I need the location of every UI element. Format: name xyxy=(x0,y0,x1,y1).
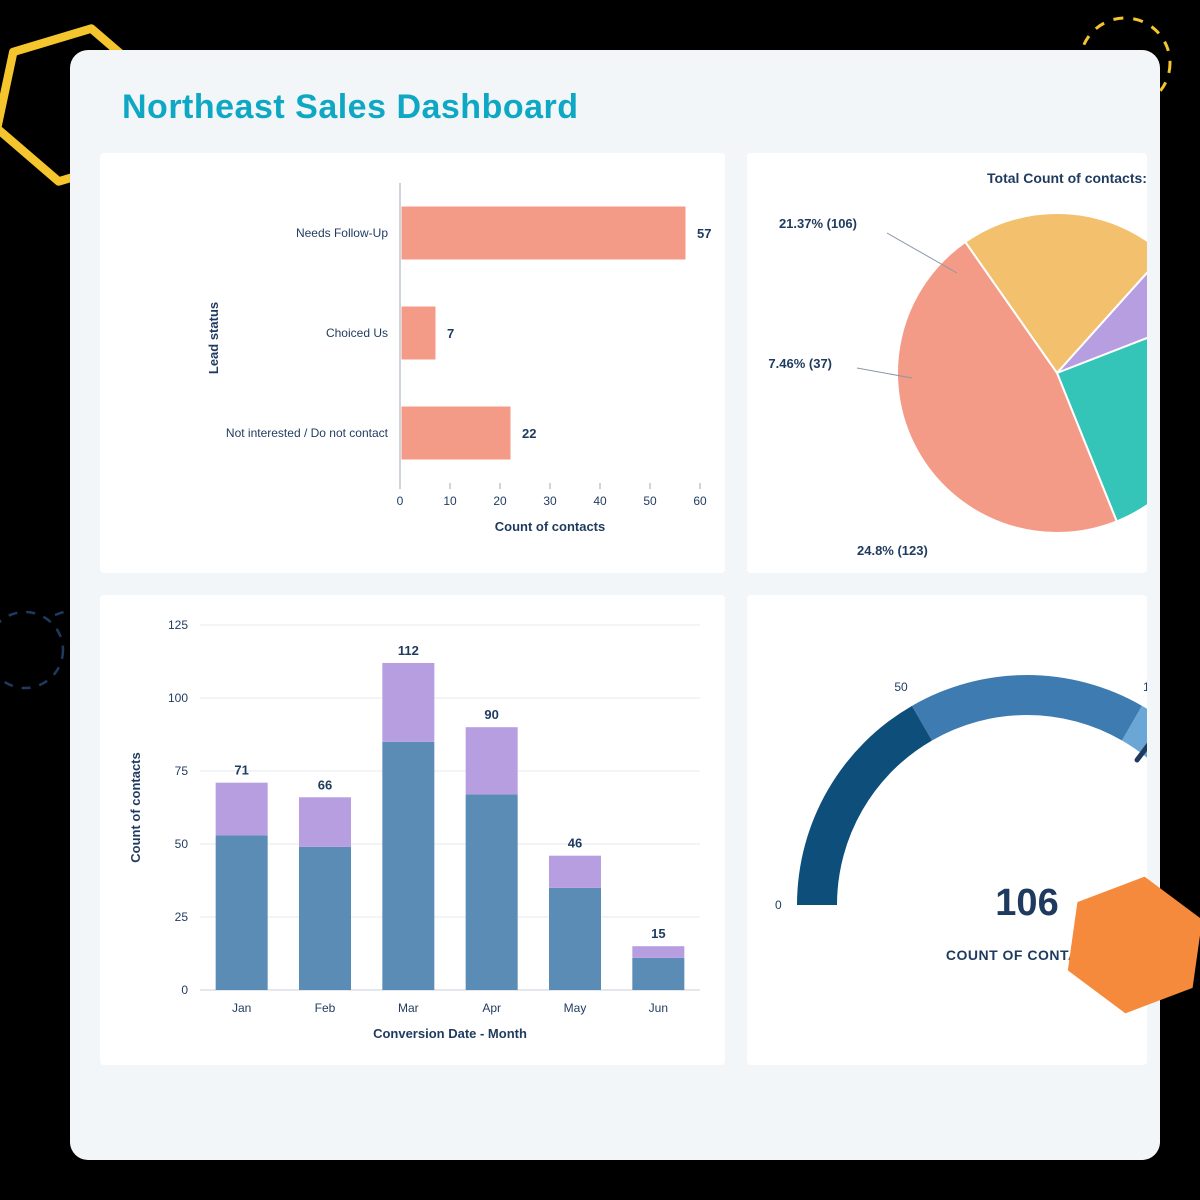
svg-text:COUNT OF CONTACTS: COUNT OF CONTACTS xyxy=(946,947,1108,963)
svg-text:66: 66 xyxy=(318,777,332,792)
svg-text:Choiced Us: Choiced Us xyxy=(326,326,388,340)
svg-text:75: 75 xyxy=(175,764,189,778)
contacts-pie-chart: Total Count of contacts: 21.37% (106) 7.46… xyxy=(747,153,1147,573)
svg-text:Jun: Jun xyxy=(649,1001,668,1015)
svg-text:Count of contacts: Count of contacts xyxy=(495,519,606,534)
svg-text:May: May xyxy=(564,1001,587,1015)
svg-text:Mar: Mar xyxy=(398,1001,419,1015)
svg-text:24.8% (123): 24.8% (123) xyxy=(857,543,928,558)
svg-text:Total Count of contacts:: Total Count of contacts: xyxy=(987,170,1147,186)
svg-text:21.37% (106): 21.37% (106) xyxy=(779,216,857,231)
svg-text:50: 50 xyxy=(894,680,908,694)
svg-text:22: 22 xyxy=(522,426,536,441)
svg-text:Needs Follow-Up: Needs Follow-Up xyxy=(296,226,388,240)
dashboard-card: Northeast Sales Dashboard 0 10 20 30 40 50 60 N… xyxy=(70,50,1160,1160)
svg-text:15: 15 xyxy=(651,926,665,941)
lead-status-chart: 0 10 20 30 40 50 60 Needs Follow-Up 57 Choiced Us… xyxy=(100,153,725,573)
svg-text:Jan: Jan xyxy=(232,1001,251,1015)
svg-text:0: 0 xyxy=(775,898,782,912)
svg-text:Apr: Apr xyxy=(482,1001,501,1015)
svg-text:90: 90 xyxy=(484,707,498,722)
conversion-month-chart: 0 25 50 75 100 125 71 Jan 66 Feb 112 Mar 90 Apr 46 May 1… xyxy=(100,595,725,1065)
svg-text:60: 60 xyxy=(693,494,707,508)
svg-text:125: 125 xyxy=(168,618,188,632)
svg-text:100: 100 xyxy=(168,691,188,705)
svg-text:7: 7 xyxy=(447,326,454,341)
svg-text:30: 30 xyxy=(543,494,557,508)
svg-text:7.46% (37): 7.46% (37) xyxy=(768,356,832,371)
svg-text:Not interested / Do not contac: Not interested / Do not contact xyxy=(226,426,389,440)
svg-text:20: 20 xyxy=(493,494,507,508)
gauge-chart: 0 50 100 106 COUNT OF CONTACTS xyxy=(747,595,1147,1065)
page-title: Northeast Sales Dashboard xyxy=(122,88,1136,127)
svg-text:Count of contacts: Count of contacts xyxy=(128,752,143,863)
svg-text:57: 57 xyxy=(697,226,711,241)
svg-text:40: 40 xyxy=(593,494,607,508)
svg-text:112: 112 xyxy=(398,643,419,658)
svg-text:50: 50 xyxy=(643,494,657,508)
svg-text:Lead status: Lead status xyxy=(206,302,221,374)
svg-text:25: 25 xyxy=(175,910,189,924)
svg-text:71: 71 xyxy=(234,763,248,778)
svg-text:46: 46 xyxy=(568,836,582,851)
svg-text:0: 0 xyxy=(397,494,404,508)
svg-text:Conversion Date - Month: Conversion Date - Month xyxy=(373,1026,527,1041)
svg-text:106: 106 xyxy=(995,882,1058,924)
svg-text:0: 0 xyxy=(181,983,188,997)
svg-text:100: 100 xyxy=(1143,680,1147,694)
svg-text:10: 10 xyxy=(443,494,457,508)
svg-text:50: 50 xyxy=(175,837,189,851)
svg-text:Feb: Feb xyxy=(315,1001,336,1015)
